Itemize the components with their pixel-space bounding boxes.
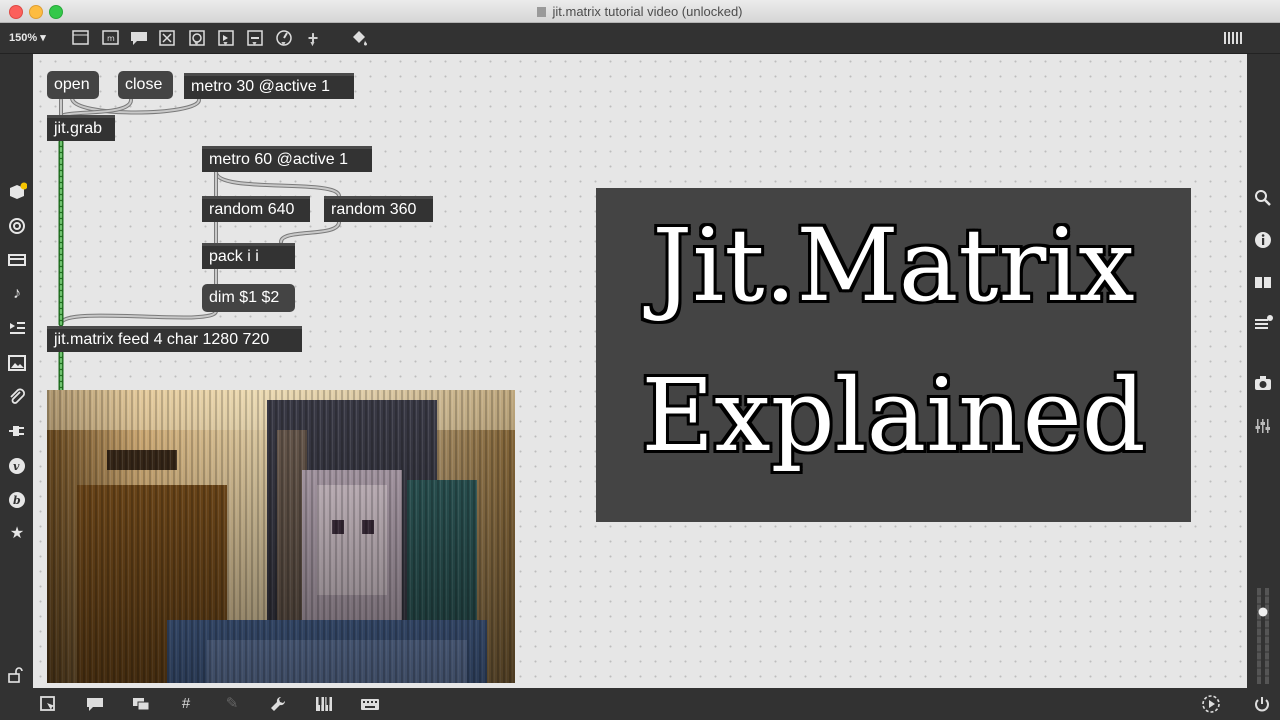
pack-object[interactable]: pack i i xyxy=(202,243,295,269)
svg-text:m: m xyxy=(107,34,115,43)
right-sidebar xyxy=(1247,54,1280,688)
dim-message-label: dim $1 $2 xyxy=(209,289,280,306)
grid-view-icon[interactable] xyxy=(1222,28,1242,48)
new-message-button[interactable]: m xyxy=(101,28,121,48)
bottom-toolbar: # ✎ xyxy=(0,688,1280,720)
metro-60-label: metro 60 @active 1 xyxy=(209,151,348,168)
metro-30-object[interactable]: metro 30 @active 1 xyxy=(184,73,354,99)
random-360-label: random 360 xyxy=(331,201,417,218)
svg-text:v: v xyxy=(13,460,20,473)
playlist-icon[interactable] xyxy=(7,318,27,338)
open-message-label: open xyxy=(54,76,90,93)
random-640-label: random 640 xyxy=(209,201,295,218)
chevron-down-icon: ▼ xyxy=(251,41,258,48)
window-title-text: jit.matrix tutorial video (unlocked) xyxy=(552,4,743,19)
paint-bucket-icon[interactable] xyxy=(349,28,369,48)
lock-icon[interactable] xyxy=(5,665,25,685)
dim-message[interactable]: dim $1 $2 xyxy=(202,284,295,312)
add-object-button[interactable]: + ▼ xyxy=(303,28,323,48)
audio-play-icon[interactable] xyxy=(1201,694,1221,714)
zoom-menu[interactable]: 150% ▾ xyxy=(9,31,46,44)
metro-60-object[interactable]: metro 60 @active 1 xyxy=(202,146,372,172)
close-message[interactable]: close xyxy=(118,71,173,99)
open-message[interactable]: open xyxy=(47,71,99,99)
jit-grab-object[interactable]: jit.grab xyxy=(47,115,115,141)
metro-30-label: metro 30 @active 1 xyxy=(191,78,330,95)
dial-button[interactable]: ▼ xyxy=(274,28,294,48)
volume-meter[interactable] xyxy=(1257,588,1269,684)
svg-text:b: b xyxy=(13,494,21,507)
new-object-button[interactable] xyxy=(71,28,91,48)
title-card: Jit.Matrix Explained xyxy=(596,188,1191,522)
slider-button[interactable]: ▼ xyxy=(245,28,265,48)
target-icon[interactable] xyxy=(7,216,27,236)
media-icon[interactable] xyxy=(7,250,27,270)
plug-icon[interactable] xyxy=(7,421,27,441)
jit-matrix-label: jit.matrix feed 4 char 1280 720 xyxy=(54,331,270,348)
comment-button[interactable] xyxy=(129,28,149,48)
video-frame-image xyxy=(47,390,515,683)
windows-icon[interactable] xyxy=(131,694,151,714)
bang-button[interactable]: ▼ xyxy=(187,28,207,48)
paperclip-icon[interactable] xyxy=(7,387,27,407)
chevron-down-icon: ▾ xyxy=(40,32,46,44)
window-title: jit.matrix tutorial video (unlocked) xyxy=(0,4,1280,19)
vimeo-icon[interactable]: v xyxy=(7,456,27,476)
title-line-2: Explained xyxy=(641,357,1146,474)
zoom-level: 150% xyxy=(9,32,38,44)
random-360-object[interactable]: random 360 xyxy=(324,196,433,222)
video-display[interactable] xyxy=(47,390,515,683)
bpatcher-icon[interactable]: b xyxy=(7,490,27,510)
keyboard-icon[interactable] xyxy=(360,694,380,714)
info-icon[interactable] xyxy=(1253,230,1273,250)
chevron-down-icon: ▼ xyxy=(193,41,200,48)
mixer-icon[interactable] xyxy=(1253,416,1273,436)
title-bar: jit.matrix tutorial video (unlocked) xyxy=(0,0,1280,23)
random-640-object[interactable]: random 640 xyxy=(202,196,310,222)
presentation-mode-icon[interactable] xyxy=(38,694,58,714)
patcher-toolbar: 150% ▾ m ▼ ▼ ▼ ▼ + ▼ xyxy=(0,23,1280,54)
toggle-button[interactable] xyxy=(157,28,177,48)
patcher-canvas[interactable]: open close metro 30 @active 1 jit.grab m… xyxy=(33,54,1247,688)
document-icon xyxy=(537,7,547,17)
pack-label: pack i i xyxy=(209,248,259,265)
comment-icon[interactable] xyxy=(85,694,105,714)
piano-icon[interactable] xyxy=(314,694,334,714)
power-icon[interactable] xyxy=(1252,694,1272,714)
title-line-1: Jit.Matrix xyxy=(652,207,1135,324)
chevron-down-icon: ▼ xyxy=(280,41,287,48)
image-icon[interactable] xyxy=(7,353,27,373)
snap-icon[interactable]: ✎ xyxy=(222,694,242,714)
number-button[interactable]: ▼ xyxy=(216,28,236,48)
jit-grab-label: jit.grab xyxy=(54,120,103,137)
search-icon[interactable] xyxy=(1253,188,1273,208)
package-icon[interactable] xyxy=(7,181,28,201)
grid-icon[interactable]: # xyxy=(176,694,196,714)
camera-icon[interactable] xyxy=(1253,373,1273,393)
chevron-down-icon: ▼ xyxy=(309,41,316,48)
list-icon[interactable] xyxy=(1253,314,1273,334)
book-icon[interactable] xyxy=(1253,272,1273,292)
jit-matrix-object[interactable]: jit.matrix feed 4 char 1280 720 xyxy=(47,326,302,352)
close-message-label: close xyxy=(125,76,163,93)
chevron-down-icon: ▼ xyxy=(222,41,229,48)
music-note-icon[interactable]: ♪ xyxy=(7,284,27,304)
wrench-icon[interactable] xyxy=(268,694,288,714)
star-icon[interactable]: ★ xyxy=(7,524,27,544)
left-sidebar: ♪ v b ★ xyxy=(0,54,33,688)
